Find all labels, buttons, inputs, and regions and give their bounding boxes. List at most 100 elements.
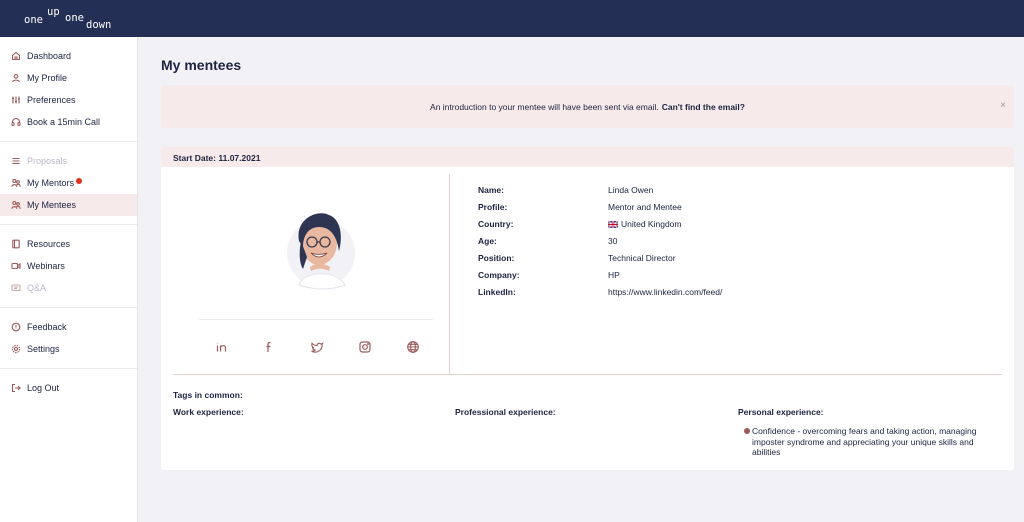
work-experience-title: Work experience: [173, 407, 244, 417]
info-label: LinkedIn: [478, 287, 516, 297]
info-value: HP [608, 270, 620, 280]
sliders-icon [11, 95, 21, 105]
info-row-profile: Profile: Mentor and Mentee [478, 202, 998, 214]
info-alert: An introduction to your mentee will have… [161, 85, 1014, 128]
linkedin-icon[interactable] [215, 340, 229, 354]
professional-experience-title: Professional experience: [455, 407, 556, 417]
video-icon [11, 261, 21, 271]
sidebar-item-my-mentees[interactable]: My Mentees [0, 194, 137, 216]
vertical-divider [449, 174, 450, 374]
logo-word-1: one [24, 14, 43, 26]
logo-word-4: down [86, 19, 112, 31]
nav-group-account: Dashboard My Profile Preferences Book a … [0, 37, 137, 142]
sidebar-item-label: My Mentors [27, 178, 75, 188]
main-content: My mentees An introduction to your mente… [146, 37, 1024, 522]
sidebar-item-preferences[interactable]: Preferences [0, 89, 137, 111]
sidebar: Dashboard My Profile Preferences Book a … [0, 37, 138, 522]
sidebar-item-dashboard[interactable]: Dashboard [0, 45, 137, 67]
top-bar: one up one down [0, 0, 1024, 37]
feedback-icon [11, 322, 21, 332]
facebook-icon[interactable] [262, 340, 276, 354]
alert-text: An introduction to your mentee will have… [430, 101, 659, 112]
people-icon [11, 178, 21, 188]
brand-logo[interactable]: one up one down [24, 6, 124, 32]
info-value: 30 [608, 236, 618, 246]
sidebar-item-label: Proposals [27, 156, 68, 166]
socials-divider [199, 319, 433, 320]
uk-flag-icon [608, 221, 618, 228]
sidebar-item-label: Webinars [27, 261, 65, 271]
nav-group-learning: Resources Webinars Q&A [0, 225, 137, 308]
sidebar-item-proposals: Proposals [0, 150, 137, 172]
info-label: Country: [478, 219, 514, 229]
info-value: Linda Owen [608, 185, 654, 195]
home-icon [11, 51, 21, 61]
info-row-position: Position: Technical Director [478, 253, 998, 265]
linkedin-link[interactable]: https://www.linkedin.com/feed/ [608, 287, 722, 297]
info-row-age: Age: 30 [478, 236, 998, 248]
info-value-country: United Kingdom [608, 219, 681, 229]
horizontal-divider [173, 374, 1002, 375]
info-label: Profile: [478, 202, 508, 212]
sidebar-item-label: Resources [27, 239, 71, 249]
gear-icon [11, 344, 21, 354]
sidebar-item-webinars[interactable]: Webinars [0, 255, 137, 277]
chat-icon [11, 283, 21, 293]
logout-icon [11, 383, 21, 393]
tag-bullet [744, 428, 750, 434]
personal-experience-title: Personal experience: [738, 407, 824, 417]
sidebar-item-my-mentors[interactable]: My Mentors [0, 172, 137, 194]
card-header: Start Date: 11.07.2021 [161, 147, 1014, 167]
alert-link[interactable]: Can't find the email? [662, 102, 745, 112]
tags-title: Tags in common: [173, 390, 243, 400]
info-row-country: Country: United Kingdom [478, 219, 998, 231]
sidebar-item-label: Preferences [27, 95, 76, 105]
info-row-company: Company: HP [478, 270, 998, 282]
sidebar-item-label: Q&A [27, 283, 47, 293]
info-label: Age: [478, 236, 497, 246]
user-icon [11, 73, 21, 83]
nav-group-support: Feedback Settings [0, 308, 137, 369]
logo-word-3: one [65, 12, 84, 24]
instagram-icon[interactable] [358, 340, 372, 354]
sidebar-item-label: Book a 15min Call [27, 117, 101, 127]
sidebar-item-label: Log Out [27, 383, 60, 393]
twitter-icon[interactable] [310, 340, 324, 354]
info-value: Technical Director [608, 253, 676, 263]
headset-icon [11, 117, 21, 127]
notification-badge [76, 177, 83, 184]
close-icon[interactable]: × [1000, 100, 1006, 111]
sidebar-item-label: My Profile [27, 73, 68, 83]
sidebar-item-label: Dashboard [27, 51, 72, 61]
info-label: Company: [478, 270, 520, 280]
page-title: My mentees [161, 57, 242, 73]
sidebar-item-resources[interactable]: Resources [0, 233, 137, 255]
sidebar-item-book-call[interactable]: Book a 15min Call [0, 111, 137, 133]
country-name: United Kingdom [621, 219, 682, 229]
info-row-name: Name: Linda Owen [478, 185, 998, 197]
sidebar-item-settings[interactable]: Settings [0, 338, 137, 360]
sidebar-item-label: My Mentees [27, 200, 77, 210]
sidebar-item-feedback[interactable]: Feedback [0, 316, 137, 338]
list-icon [11, 156, 21, 166]
info-row-linkedin: LinkedIn: https://www.linkedin.com/feed/ [478, 287, 998, 299]
logo-word-2: up [47, 6, 60, 18]
mentee-avatar [279, 207, 359, 292]
sidebar-item-my-profile[interactable]: My Profile [0, 67, 137, 89]
info-label: Name: [478, 185, 504, 195]
book-icon [11, 239, 21, 249]
sidebar-item-label: Feedback [27, 322, 67, 332]
tag-text: Confidence - overcoming fears and taking… [752, 426, 977, 457]
sidebar-item-label: Settings [27, 344, 60, 354]
info-label: Position: [478, 253, 515, 263]
start-date: Start Date: 11.07.2021 [173, 153, 261, 163]
people-icon [11, 200, 21, 210]
globe-icon[interactable] [406, 340, 420, 354]
tag-item: Confidence - overcoming fears and taking… [744, 426, 1004, 458]
mentee-card: Start Date: 11.07.2021 Name: Linda Owen … [161, 147, 1014, 470]
info-value: Mentor and Mentee [608, 202, 682, 212]
nav-group-mentoring: Proposals My Mentors My Mentees [0, 142, 137, 225]
sidebar-item-qa: Q&A [0, 277, 137, 299]
nav-group-session: Log Out [0, 369, 137, 407]
sidebar-item-log-out[interactable]: Log Out [0, 377, 137, 399]
